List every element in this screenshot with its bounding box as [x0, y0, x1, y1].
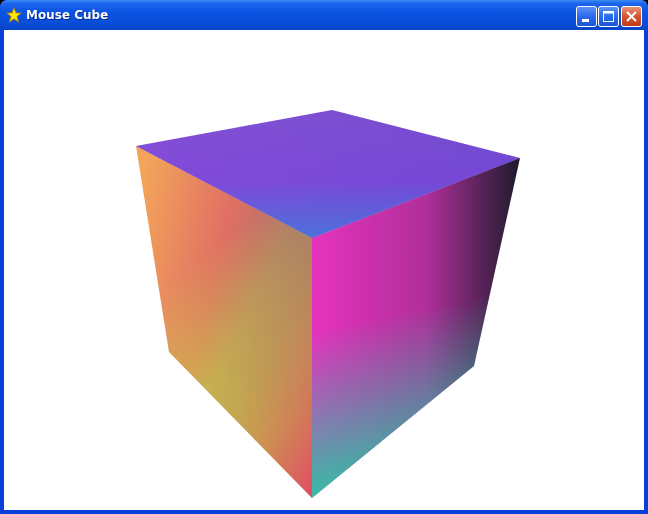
maximize-button[interactable] [598, 6, 619, 27]
close-icon [626, 11, 637, 22]
window-title: Mouse Cube [26, 8, 109, 22]
minimize-icon [582, 19, 589, 22]
star-icon [6, 7, 22, 23]
title-bar[interactable]: Mouse Cube [0, 0, 648, 30]
minimize-button[interactable] [576, 6, 597, 27]
app-window: Mouse Cube [0, 0, 648, 514]
maximize-icon [603, 11, 614, 22]
render-canvas[interactable] [4, 30, 644, 510]
close-button[interactable] [621, 6, 642, 27]
cube-scene[interactable] [4, 30, 644, 510]
